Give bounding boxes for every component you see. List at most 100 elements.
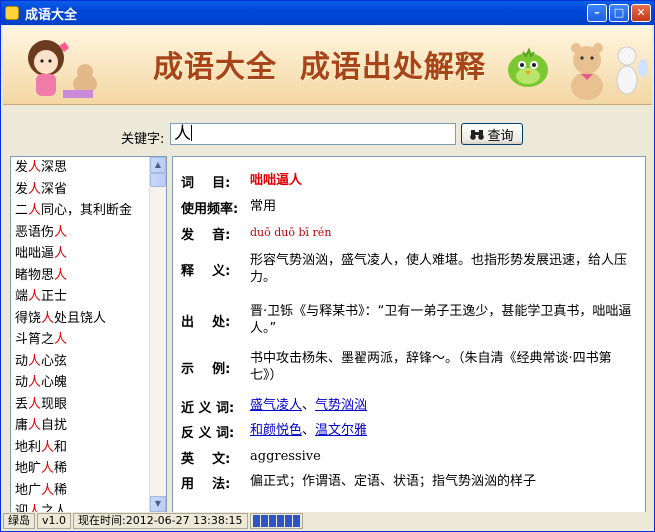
green-bird-icon — [508, 47, 548, 87]
cartoon-girl-icon — [28, 40, 97, 98]
list-item-pre: 斗筲之 — [15, 332, 55, 347]
detail-panel: 词 目: 咄咄逼人 使用频率: 常用 发 音: duō duō bī rén 释… — [172, 156, 646, 513]
maximize-button[interactable]: □ — [609, 4, 629, 22]
list-item-pre: 发 — [15, 160, 29, 175]
list-item-key: 人 — [54, 267, 68, 283]
list-item[interactable]: 动人心魄 — [11, 372, 149, 394]
list-item[interactable]: 得饶人处且饶人 — [11, 308, 149, 330]
list-item[interactable]: 地旷人稀 — [11, 458, 149, 480]
list-item-pre: 咄咄逼 — [15, 246, 55, 261]
scroll-thumb[interactable] — [150, 173, 166, 187]
synonyms-label: 近 义 词: — [181, 401, 235, 416]
list-item-pre: 端 — [15, 289, 29, 304]
pronunciation-value: duō duō bī rén — [250, 226, 332, 239]
list-item[interactable]: 动人心弦 — [11, 351, 149, 373]
list-item[interactable]: 睹物思人 — [11, 265, 149, 287]
list-item-key: 人 — [28, 160, 42, 175]
list-item[interactable]: 丢人现眼 — [11, 394, 149, 416]
synonym-link[interactable]: 盛气凌人 — [250, 398, 302, 413]
english-label: 英 文: — [181, 452, 231, 467]
antonym-separator: 、 — [302, 423, 316, 438]
text-caret — [191, 125, 192, 141]
list-item-key: 人 — [28, 203, 42, 218]
list-item-post: 处且饶人 — [54, 310, 107, 326]
status-version: v1.0 — [37, 513, 72, 529]
list-item-key: 人 — [28, 289, 42, 304]
word-label: 词 目: — [181, 176, 231, 191]
list-item-post: 心弦 — [41, 353, 68, 369]
scroll-down-icon[interactable]: ▼ — [150, 496, 166, 512]
status-time: 现在时间:2012-06-27 13:38:15 — [73, 513, 248, 529]
list-item-post: 同心，其利断金 — [41, 203, 133, 218]
source-value: 晋·卫铄《与释某书》：“卫有一弟子王逸少，甚能学卫真书，咄咄逼人。” — [250, 304, 632, 336]
list-item-pre: 睹物思 — [15, 267, 55, 283]
list-item-pre: 地利 — [15, 439, 42, 455]
query-button[interactable]: 查询 — [461, 123, 523, 145]
list-item[interactable]: 地广人稀 — [11, 480, 149, 502]
example-label: 示 例: — [181, 362, 231, 377]
list-item-pre: 恶语伤 — [15, 224, 55, 240]
window-title: 成语大全 — [25, 7, 78, 23]
meaning-label: 释 义: — [181, 264, 231, 279]
list-item-post: 正士 — [41, 289, 68, 304]
teddy-bears-icon — [571, 43, 648, 100]
word-value: 咄咄逼人 — [250, 173, 303, 188]
antonyms-value: 和颜悦色、温文尔雅 — [250, 422, 633, 439]
synonyms-value: 盛气凌人、气势汹汹 — [250, 397, 633, 414]
list-item-key: 人 — [41, 482, 55, 498]
source-label: 出 处: — [181, 315, 231, 330]
antonym-link[interactable]: 和颜悦色 — [250, 423, 302, 438]
scroll-up-icon[interactable]: ▲ — [150, 157, 166, 173]
list-item-key: 人 — [54, 332, 68, 347]
english-value: aggressive — [250, 449, 321, 464]
example-value: 书中攻击杨朱、墨翟两派，辞锋～。（朱自清《经典常谈·四书第七》） — [250, 351, 612, 383]
list-item-pre: 二 — [15, 203, 29, 218]
list-item[interactable]: 发人深省 — [11, 179, 149, 201]
keyword-input[interactable]: 人 — [170, 123, 456, 145]
list-item-post: 现眼 — [41, 396, 68, 412]
progress-indicator — [249, 513, 303, 529]
list-item[interactable]: 咄咄逼人 — [11, 243, 149, 265]
antonym-link[interactable]: 温文尔雅 — [315, 423, 367, 438]
title-bar[interactable]: 成语大全 – □ ✕ — [1, 1, 654, 25]
list-item-key: 人 — [41, 461, 55, 476]
frequency-label: 使用频率: — [181, 202, 239, 217]
close-button[interactable]: ✕ — [631, 4, 651, 22]
list-item[interactable]: 庸人自扰 — [11, 415, 149, 437]
list-item-key: 人 — [54, 224, 68, 240]
keyword-value: 人 — [174, 124, 191, 144]
list-item[interactable]: 地利人和 — [11, 437, 149, 459]
list-item-post: 稀 — [54, 461, 68, 476]
idiom-list[interactable]: 发人深思 发人深省 二人同心，其利断金 恶语伤人 咄咄逼人 睹物思人 端人正士 得饶人处且饶人… — [10, 156, 167, 513]
status-name: 绿岛 — [3, 513, 35, 529]
query-button-label: 查询 — [487, 128, 514, 144]
app-icon — [5, 6, 19, 20]
list-item-pre: 丢 — [15, 396, 29, 412]
usage-label: 用 法: — [181, 477, 231, 492]
list-item-key: 人 — [54, 246, 68, 261]
search-bar: 关键字: 人 查询 — [1, 119, 654, 151]
list-item-post: 心魄 — [41, 375, 68, 390]
usage-value: 偏正式；作谓语、定语、状语；指气势汹汹的样子 — [250, 474, 537, 489]
list-item[interactable]: 发人深思 — [11, 157, 149, 179]
list-item-key: 人 — [28, 353, 42, 369]
list-item-post: 深省 — [41, 181, 68, 197]
list-item[interactable]: 二人同心，其利断金 — [11, 200, 149, 222]
list-item[interactable]: 斗筲之人 — [11, 329, 149, 351]
frequency-value: 常用 — [250, 199, 277, 214]
list-item-key: 人 — [41, 310, 55, 326]
header-banner: 成语大全 成语出处解释 — [3, 26, 652, 105]
list-item-pre: 庸 — [15, 418, 29, 433]
list-scrollbar[interactable]: ▲ ▼ — [149, 157, 166, 512]
list-item[interactable]: 恶语伤人 — [11, 222, 149, 244]
synonym-link[interactable]: 气势汹汹 — [315, 398, 367, 413]
binoculars-icon — [470, 129, 485, 140]
minimize-button[interactable]: – — [587, 4, 607, 22]
pronunciation-label: 发 音: — [181, 228, 231, 243]
list-item-key: 人 — [28, 396, 42, 412]
meaning-value: 形容气势汹汹，盛气凌人，使人难堪。也指形势发展迅速，给人压力。 — [250, 253, 628, 285]
banner-title: 成语大全 成语出处解释 — [153, 50, 486, 85]
app-window: 成语大全 – □ ✕ 成语大全 成语出处解释 关键字: 人 查询 发人深思 发人… — [0, 0, 655, 532]
list-item[interactable]: 端人正士 — [11, 286, 149, 308]
antonyms-label: 反 义 词: — [181, 426, 235, 441]
